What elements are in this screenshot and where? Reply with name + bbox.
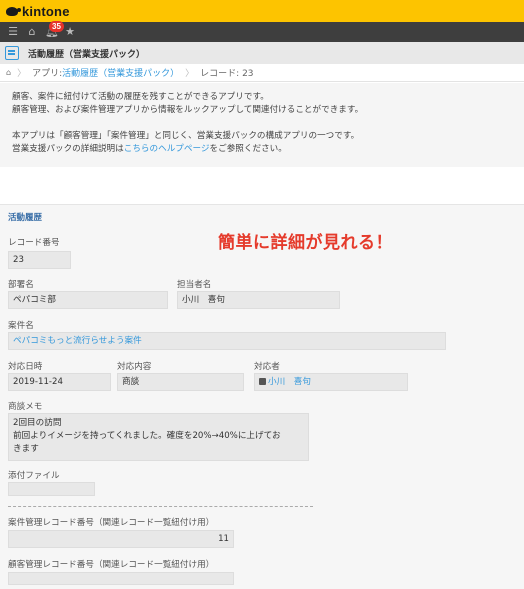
breadcrumb-app-link[interactable]: 活動履歴（営業支援パック）: [62, 66, 179, 79]
app-icon: [5, 46, 19, 60]
global-nav-bar: ☰ ⌂ 🔔︎35 ★: [0, 21, 524, 42]
app-title-bar: 活動履歴（営業支援パック）: [0, 42, 524, 64]
date-value: 2019-11-24: [8, 373, 111, 391]
breadcrumb-separator-icon: 〉: [185, 69, 195, 79]
assignee-label: 担当者名: [177, 280, 212, 290]
breadcrumb: ⌂ 〉 アプリ: 活動履歴（営業支援パック） 〉 レコード: 23: [0, 64, 524, 82]
customer-record-number-label: 顧客管理レコード番号（関連レコード一覧紐付け用）: [8, 560, 215, 570]
memo-line: 前回よりイメージを持ってくれました。確度を20%→40%に上げてお: [13, 431, 281, 441]
home-icon[interactable]: ⌂: [26, 22, 38, 42]
case-name-label: 案件名: [8, 321, 34, 331]
content-label: 対応内容: [117, 362, 152, 372]
kintone-logo-icon[interactable]: [6, 6, 21, 16]
app-title: 活動履歴（営業支援パック）: [28, 49, 146, 60]
divider: [8, 506, 313, 507]
description-line: 本アプリは「顧客管理」「案件管理」と同じく、営業支援パックの構成アプリの一つです…: [12, 131, 360, 141]
case-name-link[interactable]: ペパコミもっと流行らせよう案件: [13, 336, 142, 346]
record-number-label: レコード番号: [8, 238, 60, 248]
responder-link[interactable]: 小川 喜句: [268, 377, 311, 387]
menu-icon[interactable]: ☰: [7, 22, 19, 42]
case-name-value: ペパコミもっと流行らせよう案件: [8, 332, 446, 350]
memo-line: きます: [13, 444, 39, 454]
notification-badge: 35: [49, 21, 64, 32]
breadcrumb-home-icon[interactable]: ⌂: [6, 68, 11, 77]
memo-line: 2回目の訪問: [13, 418, 62, 428]
description-line: 営業支援パックの詳細説明はこちらのヘルプページをご参照ください。: [12, 144, 287, 154]
annotation-text: 簡単に詳細が見れる！: [218, 233, 393, 253]
memo-label: 商談メモ: [8, 402, 43, 412]
breadcrumb-separator-icon: 〉: [17, 69, 27, 79]
responder-value: 小川 喜句: [254, 373, 408, 391]
kintone-header: kintone: [0, 0, 524, 22]
department-value: ペパコミ部: [8, 291, 168, 309]
assignee-value: 小川 喜句: [177, 291, 340, 309]
customer-record-number-value: [8, 572, 234, 585]
content-value: 商談: [117, 373, 244, 391]
section-title: 活動履歴: [8, 213, 43, 223]
department-label: 部署名: [8, 280, 34, 290]
kintone-logo-text[interactable]: kintone: [22, 4, 70, 19]
notification-bell-icon[interactable]: 🔔︎35: [45, 21, 64, 42]
app-description: 顧客、案件に紐付けて活動の履歴を残すことができるアプリです。 顧客管理、および案…: [0, 83, 524, 167]
attachment-label: 添付ファイル: [8, 471, 60, 481]
attachment-value: [8, 482, 95, 496]
memo-value: 2回目の訪問 前回よりイメージを持ってくれました。確度を20%→40%に上げてお…: [8, 413, 309, 461]
date-label: 対応日時: [8, 362, 43, 372]
description-line: 顧客管理、および案件管理アプリから情報をルックアップして関連付けることができます…: [12, 105, 364, 115]
favorites-star-icon[interactable]: ★: [64, 22, 76, 42]
case-record-number-label: 案件管理レコード番号（関連レコード一覧紐付け用）: [8, 518, 215, 528]
breadcrumb-app-prefix: アプリ:: [32, 69, 63, 79]
help-page-link[interactable]: こちらのヘルプページ: [124, 144, 210, 154]
user-icon: [259, 378, 266, 385]
record-number-value: 23: [8, 251, 71, 269]
breadcrumb-record: レコード: 23: [200, 69, 254, 79]
case-record-number-value: 11: [8, 530, 234, 548]
responder-label: 対応者: [254, 362, 280, 372]
description-line: 顧客、案件に紐付けて活動の履歴を残すことができるアプリです。: [12, 92, 269, 102]
